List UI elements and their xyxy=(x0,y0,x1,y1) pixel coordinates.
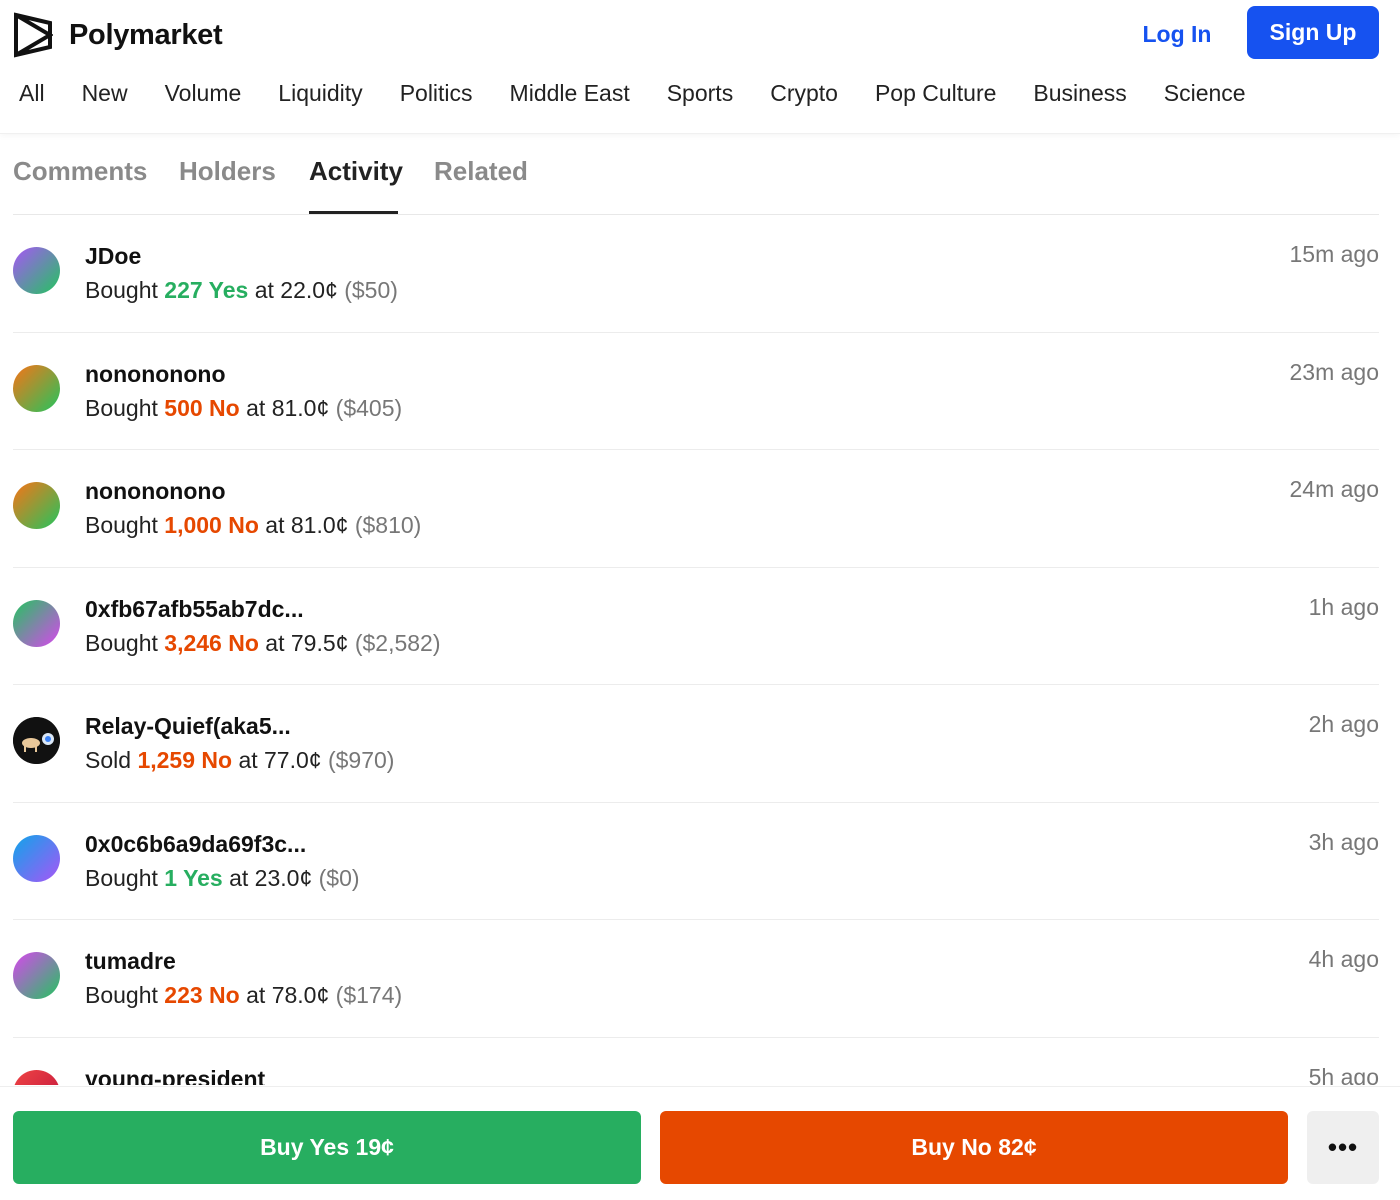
category-politics[interactable]: Politics xyxy=(400,80,473,107)
tab-comments[interactable]: Comments xyxy=(13,156,147,187)
trade-price: at 23.0¢ xyxy=(229,864,313,891)
category-all[interactable]: All xyxy=(19,80,45,107)
user-avatar[interactable] xyxy=(13,247,60,294)
trade-time: 23m ago xyxy=(1289,358,1379,385)
user-name[interactable]: nonononono xyxy=(85,478,226,505)
activity-row: tumadre Bought 223 No at 78.0¢ ($174) 4h … xyxy=(13,920,1379,1038)
user-name[interactable]: Relay-Quief(aka5... xyxy=(85,713,291,740)
polymarket-logo-icon xyxy=(13,12,53,58)
buy-no-button[interactable]: Buy No 82¢ xyxy=(660,1111,1288,1184)
signup-button[interactable]: Sign Up xyxy=(1247,6,1379,59)
trade-description: Bought 1 Yes at 23.0¢ ($0) xyxy=(85,865,360,892)
trade-time: 3h ago xyxy=(1308,828,1379,855)
tab-activity[interactable]: Activity xyxy=(309,156,403,187)
tab-holders[interactable]: Holders xyxy=(179,156,276,187)
user-name[interactable]: JDoe xyxy=(85,243,141,270)
trade-amount: ($2,582) xyxy=(354,629,441,656)
trade-amount: ($970) xyxy=(327,747,395,773)
more-dots-icon: ••• xyxy=(1327,1132,1359,1162)
trade-quantity: 3,246 No xyxy=(164,629,259,656)
brand-name: Polymarket xyxy=(69,18,223,51)
user-name[interactable]: young-president xyxy=(85,1066,265,1086)
trade-time: 15m ago xyxy=(1289,241,1379,267)
category-volume[interactable]: Volume xyxy=(165,80,242,107)
trade-time: 1h ago xyxy=(1308,593,1379,620)
trade-amount: ($0) xyxy=(318,864,360,891)
category-middle-east[interactable]: Middle East xyxy=(510,80,630,107)
activity-row: nonononono Bought 1,000 No at 81.0¢ ($810… xyxy=(13,450,1379,568)
activity-list: JDoe Bought 227 Yes at 22.0¢ ($50) 15m ag… xyxy=(13,215,1379,1085)
trade-description: Bought 223 No at 78.0¢ ($174) xyxy=(85,982,402,1009)
activity-row: 0xfb67afb55ab7dc... Bought 3,246 No at 79… xyxy=(13,568,1379,685)
trade-description: Bought 3,246 No at 79.5¢ ($2,582) xyxy=(85,630,441,657)
trade-quantity: 1,000 No xyxy=(164,512,259,538)
user-name[interactable]: tumadre xyxy=(85,948,176,975)
trade-action: Bought xyxy=(85,394,158,421)
trade-amount: ($50) xyxy=(344,277,398,303)
category-sports[interactable]: Sports xyxy=(667,80,733,107)
category-new[interactable]: New xyxy=(82,80,128,107)
trade-quantity: 1,259 No xyxy=(137,747,233,773)
trade-action: Bought xyxy=(85,512,158,538)
content-tabs: Comments Holders Activity Related xyxy=(13,134,1379,215)
trade-price: at 81.0¢ xyxy=(246,394,330,421)
category-crypto[interactable]: Crypto xyxy=(770,80,838,107)
user-avatar[interactable] xyxy=(13,482,60,529)
trade-description: Bought 227 Yes at 22.0¢ ($50) xyxy=(85,277,398,304)
category-science[interactable]: Science xyxy=(1164,80,1246,107)
trade-price: at 77.0¢ xyxy=(238,747,322,773)
user-avatar[interactable] xyxy=(13,717,60,764)
user-avatar[interactable] xyxy=(13,599,60,647)
more-options-button[interactable]: ••• xyxy=(1307,1111,1379,1184)
trade-time: 2h ago xyxy=(1308,711,1379,737)
trade-quantity: 500 No xyxy=(164,394,240,421)
trade-amount: ($174) xyxy=(335,982,403,1008)
trade-description: Bought 1,000 No at 81.0¢ ($810) xyxy=(85,512,421,539)
brand[interactable]: Polymarket xyxy=(13,12,223,58)
user-name[interactable]: nonononono xyxy=(85,361,226,388)
user-avatar[interactable] xyxy=(13,952,60,999)
trade-action: Bought xyxy=(85,982,158,1008)
activity-row: nonononono Bought 500 No at 81.0¢ ($405) … xyxy=(13,333,1379,450)
trade-price: at 81.0¢ xyxy=(265,512,349,538)
bottom-action-bar: Buy Yes 19¢ Buy No 82¢ ••• xyxy=(0,1086,1400,1200)
category-business[interactable]: Business xyxy=(1033,80,1126,107)
trade-time: 4h ago xyxy=(1308,946,1379,972)
trade-amount: ($405) xyxy=(335,394,403,421)
trade-action: Bought xyxy=(85,864,158,891)
activity-row: Relay-Quief(aka5... Sold 1,259 No at 77.0… xyxy=(13,685,1379,803)
user-avatar[interactable] xyxy=(13,364,60,412)
tab-related[interactable]: Related xyxy=(434,156,528,187)
trade-price: at 22.0¢ xyxy=(254,277,338,303)
user-avatar[interactable] xyxy=(13,1069,60,1085)
trade-description: Bought 500 No at 81.0¢ ($405) xyxy=(85,395,402,422)
top-header: Polymarket Log In Sign Up All New Volume… xyxy=(0,0,1400,134)
category-nav: All New Volume Liquidity Politics Middle… xyxy=(19,80,1283,107)
category-liquidity[interactable]: Liquidity xyxy=(278,80,362,107)
trade-time: 5h ago xyxy=(1308,1063,1379,1086)
trade-quantity: 227 Yes xyxy=(164,277,249,303)
trade-time: 24m ago xyxy=(1289,476,1379,502)
trade-price: at 79.5¢ xyxy=(265,629,349,656)
dog-avatar-icon xyxy=(13,717,60,764)
buy-yes-button[interactable]: Buy Yes 19¢ xyxy=(13,1111,641,1184)
trade-amount: ($810) xyxy=(354,512,422,538)
active-tab-indicator xyxy=(309,211,398,214)
trade-quantity: 1 Yes xyxy=(164,864,223,891)
trade-action: Bought xyxy=(85,629,158,656)
activity-row: JDoe Bought 227 Yes at 22.0¢ ($50) 15m ag… xyxy=(13,215,1379,333)
trade-description: Sold 1,259 No at 77.0¢ ($970) xyxy=(85,747,394,774)
trade-price: at 78.0¢ xyxy=(246,982,330,1008)
activity-row: young-president 5h ago xyxy=(13,1038,1379,1086)
user-name[interactable]: 0xfb67afb55ab7dc... xyxy=(85,596,304,623)
trade-quantity: 223 No xyxy=(164,982,240,1008)
trade-action: Bought xyxy=(85,277,158,303)
activity-row: 0x0c6b6a9da69f3c... Bought 1 Yes at 23.0¢… xyxy=(13,803,1379,920)
category-pop-culture[interactable]: Pop Culture xyxy=(875,80,996,107)
trade-action: Sold xyxy=(85,747,132,773)
user-name[interactable]: 0x0c6b6a9da69f3c... xyxy=(85,831,306,858)
user-avatar[interactable] xyxy=(13,834,60,882)
login-button[interactable]: Log In xyxy=(1130,14,1224,54)
